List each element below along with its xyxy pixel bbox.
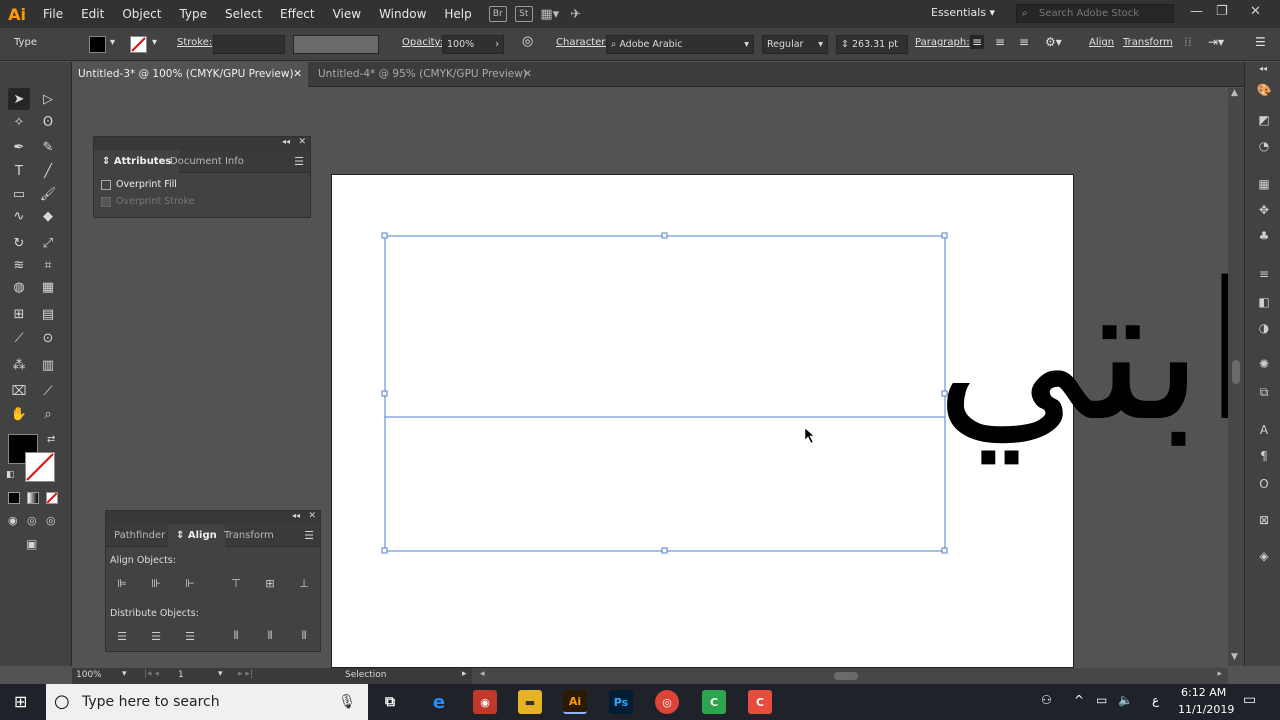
- resize-handle[interactable]: [381, 232, 388, 239]
- file-explorer-icon[interactable]: ▬: [518, 690, 542, 714]
- close-icon[interactable]: ✕: [298, 137, 306, 147]
- clock-date[interactable]: 11/1/2019: [1178, 703, 1234, 716]
- windows-start-icon[interactable]: ⊞: [14, 692, 27, 711]
- resize-handle[interactable]: [941, 547, 948, 554]
- tab-pathfinder[interactable]: Pathfinder: [106, 524, 173, 547]
- align-objects-label: Align Objects:: [110, 555, 176, 566]
- panel-menu-icon[interactable]: ☰: [304, 529, 314, 542]
- layers-icon[interactable]: ◈: [1256, 548, 1272, 564]
- chevron-up-icon[interactable]: ^: [1074, 693, 1084, 707]
- people-icon[interactable]: ⚇: [1041, 693, 1052, 707]
- scroll-right-icon[interactable]: ▸: [1217, 669, 1222, 679]
- status-menu-icon[interactable]: ▸: [462, 669, 467, 679]
- chrome-icon[interactable]: ◎: [655, 690, 679, 714]
- scroll-thumb[interactable]: [834, 672, 858, 680]
- network-icon[interactable]: ▭: [1096, 693, 1107, 707]
- scroll-left-icon[interactable]: ◂: [480, 669, 485, 679]
- scroll-thumb[interactable]: [1232, 360, 1240, 384]
- input-language[interactable]: ع: [1152, 693, 1159, 707]
- resize-handle[interactable]: [941, 232, 948, 239]
- brushes-icon[interactable]: ✥: [1256, 202, 1272, 218]
- tab-transform[interactable]: Transform: [216, 524, 282, 547]
- symbols-icon[interactable]: ♣: [1256, 228, 1272, 244]
- taskbar-search-input[interactable]: ○ Type here to search 🎙: [46, 684, 368, 720]
- horizontal-scrollbar[interactable]: ◂ ▸: [472, 668, 1228, 684]
- bounding-box[interactable]: [384, 235, 946, 552]
- resize-handle[interactable]: [661, 232, 668, 239]
- camtasia-icon[interactable]: C: [748, 690, 772, 714]
- stroke-panel-icon[interactable]: ≡: [1256, 266, 1272, 282]
- collapse-icon[interactable]: ◂◂: [282, 137, 290, 146]
- distribute-vertical-center-icon[interactable]: ☰: [148, 629, 164, 643]
- graphic-styles-icon[interactable]: ⧉: [1256, 384, 1272, 400]
- attributes-panel: ◂◂ ✕ ⇕ Attributes Document Info ☰ Overpr…: [93, 136, 311, 218]
- gradient-panel-icon[interactable]: ◧: [1256, 294, 1272, 310]
- distribute-bottom-icon[interactable]: ☰: [182, 629, 198, 643]
- microphone-icon[interactable]: 🎙: [338, 684, 356, 720]
- photoshop-taskbar-icon[interactable]: Ps: [609, 690, 633, 714]
- color-guide-icon[interactable]: ◩: [1256, 112, 1272, 128]
- resize-handle[interactable]: [381, 390, 388, 397]
- volume-icon[interactable]: 🔈: [1118, 693, 1133, 707]
- overprint-fill-checkbox[interactable]: [101, 179, 111, 190]
- align-right-edge-icon[interactable]: ⊩: [182, 576, 198, 590]
- zoom-level[interactable]: 100%: [76, 670, 102, 680]
- chevron-down-icon[interactable]: ▾: [218, 669, 223, 679]
- artboard-number[interactable]: 1: [178, 670, 184, 680]
- clock-time[interactable]: 6:12 AM: [1181, 686, 1226, 699]
- camtasia-recorder-icon[interactable]: C: [702, 690, 726, 714]
- distribute-right-icon[interactable]: ⫴: [296, 629, 312, 643]
- notifications-icon[interactable]: ▭: [1243, 692, 1256, 708]
- task-view-icon[interactable]: ⧉: [378, 690, 402, 714]
- first-artboard-icon[interactable]: |◂ ◂: [144, 669, 159, 679]
- expand-panels-icon[interactable]: ◂◂: [1259, 64, 1267, 73]
- color-themes-icon[interactable]: ◔: [1256, 138, 1272, 154]
- status-bar: 100% ▾ |◂ ◂ 1 ▾ ▸ ▸| Selection ▸: [72, 668, 472, 684]
- distribute-left-icon[interactable]: ⫴: [228, 629, 244, 643]
- transparency-icon[interactable]: ◑: [1256, 320, 1272, 336]
- cursor-icon: [804, 427, 815, 444]
- distribute-horizontal-center-icon[interactable]: ⫴: [262, 629, 278, 643]
- overprint-stroke-row: Overprint Stroke: [94, 190, 310, 207]
- edge-browser-icon[interactable]: e: [427, 690, 451, 714]
- align-panel: ◂◂ ✕ Pathfinder ⇕ Align Transform ☰ Alig…: [105, 510, 321, 652]
- collapse-icon[interactable]: ◂◂: [292, 511, 300, 520]
- align-top-edge-icon[interactable]: ⊤: [228, 576, 244, 590]
- resize-handle[interactable]: [381, 547, 388, 554]
- close-icon[interactable]: ✕: [308, 511, 316, 521]
- windows-taskbar: ⊞ ○ Type here to search 🎙 ⧉ e ◉ ▬ Ai Ps …: [0, 684, 1280, 720]
- paragraph-panel-icon[interactable]: ¶: [1256, 448, 1272, 464]
- tab-document-info[interactable]: Document Info: [162, 150, 252, 173]
- overprint-stroke-checkbox: [101, 196, 111, 207]
- appearance-icon[interactable]: ✺: [1256, 356, 1272, 372]
- distribute-top-icon[interactable]: ☰: [114, 629, 130, 643]
- right-panel-dock: ◂◂ 🎨 ◩ ◔ ▦ ✥ ♣ ≡ ◧ ◑ ✺ ⧉ A ¶ O ⊠ ◈: [1244, 62, 1280, 666]
- illustrator-taskbar-icon[interactable]: Ai: [563, 690, 587, 714]
- align-vertical-center-icon[interactable]: ⊞: [262, 576, 278, 590]
- app-icon[interactable]: ◉: [473, 690, 497, 714]
- color-panel-icon[interactable]: 🎨: [1256, 82, 1272, 98]
- search-icon: ○: [54, 691, 70, 712]
- current-tool-status: Selection: [345, 670, 387, 680]
- align-bottom-edge-icon[interactable]: ⊥: [296, 576, 312, 590]
- overprint-fill-row[interactable]: Overprint Fill: [94, 173, 310, 190]
- vertical-scrollbar[interactable]: ▲ ▼: [1228, 88, 1244, 666]
- distribute-objects-label: Distribute Objects:: [110, 608, 199, 619]
- align-left-edge-icon[interactable]: ⊫: [114, 576, 130, 590]
- opentype-icon[interactable]: O: [1256, 476, 1272, 492]
- artboards-icon[interactable]: ⊠: [1256, 512, 1272, 528]
- arabic-text-object[interactable]: ابتي: [935, 242, 1256, 464]
- panel-menu-icon[interactable]: ☰: [294, 155, 304, 168]
- chevron-down-icon[interactable]: ▾: [122, 669, 127, 679]
- swatches-icon[interactable]: ▦: [1256, 176, 1272, 192]
- character-panel-icon[interactable]: A: [1256, 422, 1272, 438]
- scroll-down-icon[interactable]: ▼: [1231, 652, 1238, 662]
- align-horizontal-center-icon[interactable]: ⊪: [148, 576, 164, 590]
- resize-handle[interactable]: [661, 547, 668, 554]
- scroll-up-icon[interactable]: ▲: [1231, 88, 1238, 98]
- last-artboard-icon[interactable]: ▸ ▸|: [238, 669, 253, 679]
